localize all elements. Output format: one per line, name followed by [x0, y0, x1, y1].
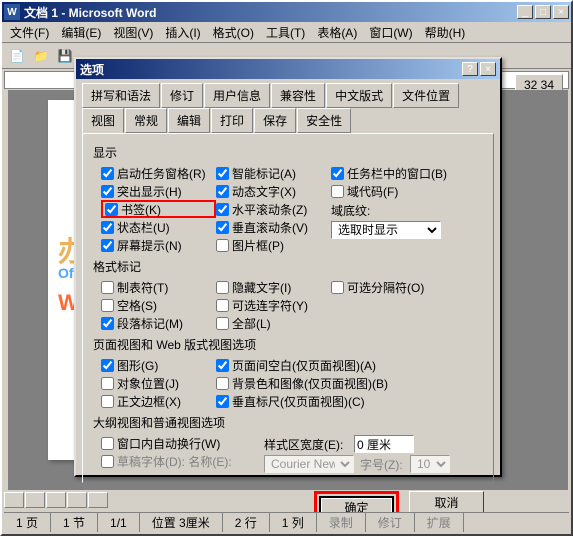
- status-line: 2 行: [223, 513, 270, 532]
- chk-optbreak[interactable]: [331, 281, 344, 294]
- lbl-shade: 域底纹:: [331, 202, 421, 219]
- view-reading-icon[interactable]: [88, 492, 108, 508]
- select-shade[interactable]: 选取时显示: [331, 221, 441, 239]
- chk-fieldcode[interactable]: [331, 185, 344, 198]
- dialog-titlebar: 选项 ? ×: [76, 59, 500, 79]
- view-buttons: [4, 492, 109, 510]
- status-pages: 1/1: [98, 513, 140, 532]
- dialog-title: 选项: [80, 61, 462, 78]
- titlebar: W 文档 1 - Microsoft Word _ □ ×: [2, 2, 571, 22]
- tab-compat[interactable]: 兼容性: [271, 83, 325, 108]
- chk-tooltip[interactable]: [101, 239, 114, 252]
- dialog-tabs: 拼写和语法 修订 用户信息 兼容性 中文版式 文件位置 视图 常规 编辑 打印 …: [76, 79, 500, 133]
- input-stylew[interactable]: [354, 435, 414, 453]
- chk-startup[interactable]: [101, 167, 114, 180]
- tab-save[interactable]: 保存: [254, 108, 296, 133]
- tab-asian[interactable]: 中文版式: [326, 83, 392, 108]
- menu-edit[interactable]: 编辑(E): [55, 22, 107, 43]
- chk-statusbar[interactable]: [101, 221, 114, 234]
- menu-help[interactable]: 帮助(H): [419, 22, 472, 43]
- dialog-panel: 显示 启动任务窗格(R) 突出显示(H) 书签(K) 状态栏(U) 屏幕提示(N…: [82, 133, 494, 483]
- minimize-button[interactable]: _: [517, 5, 533, 19]
- menu-file[interactable]: 文件(F): [4, 22, 55, 43]
- chk-all[interactable]: [216, 317, 229, 330]
- tab-userinfo[interactable]: 用户信息: [204, 83, 270, 108]
- chk-space[interactable]: [101, 299, 114, 312]
- lbl-stylew: 样式区宽度(E):: [264, 436, 354, 453]
- chk-draw[interactable]: [101, 359, 114, 372]
- section-page: 页面视图和 Web 版式视图选项: [93, 336, 483, 353]
- select-size: 10: [410, 455, 450, 473]
- view-normal-icon[interactable]: [4, 492, 24, 508]
- status-ext: 扩展: [415, 513, 464, 532]
- window-title: 文档 1 - Microsoft Word: [24, 4, 517, 21]
- chk-draft[interactable]: [101, 455, 114, 468]
- new-icon[interactable]: 📄: [6, 45, 28, 67]
- menu-window[interactable]: 窗口(W): [363, 22, 418, 43]
- statusbar: 1 页 1 节 1/1 位置 3厘米 2 行 1 列 录制 修订 扩展: [4, 512, 569, 532]
- chk-vscroll[interactable]: [216, 221, 229, 234]
- chk-anchor[interactable]: [101, 377, 114, 390]
- section-display: 显示: [93, 144, 483, 161]
- tab-spelling[interactable]: 拼写和语法: [82, 83, 160, 108]
- tab-general[interactable]: 常规: [125, 108, 167, 133]
- section-outline: 大纲视图和普通视图选项: [93, 414, 483, 431]
- status-page: 1 页: [4, 513, 51, 532]
- select-font: Courier New: [264, 455, 354, 473]
- tab-filelocation[interactable]: 文件位置: [393, 83, 459, 108]
- view-outline-icon[interactable]: [67, 492, 87, 508]
- maximize-button[interactable]: □: [535, 5, 551, 19]
- chk-bound[interactable]: [101, 395, 114, 408]
- open-icon[interactable]: 📁: [30, 45, 52, 67]
- tab-edit[interactable]: 编辑: [168, 108, 210, 133]
- status-rec: 录制: [317, 513, 366, 532]
- close-button[interactable]: ×: [553, 5, 569, 19]
- status-section: 1 节: [51, 513, 98, 532]
- menu-insert[interactable]: 插入(I): [159, 22, 206, 43]
- chk-bgcolor[interactable]: [216, 377, 229, 390]
- status-pos: 位置 3厘米: [140, 513, 223, 532]
- chk-picph[interactable]: [216, 239, 229, 252]
- view-web-icon[interactable]: [25, 492, 45, 508]
- chk-hidden[interactable]: [216, 281, 229, 294]
- chk-white[interactable]: [216, 359, 229, 372]
- lbl-size: 字号(Z):: [360, 456, 410, 473]
- menu-format[interactable]: 格式(O): [207, 22, 260, 43]
- word-window: W 文档 1 - Microsoft Word _ □ × 文件(F) 编辑(E…: [0, 0, 573, 536]
- menu-tools[interactable]: 工具(T): [260, 22, 311, 43]
- chk-tab[interactable]: [101, 281, 114, 294]
- tab-print[interactable]: 打印: [211, 108, 253, 133]
- chk-bookmark[interactable]: [105, 203, 118, 216]
- section-fmt: 格式标记: [93, 258, 483, 275]
- chk-hscroll[interactable]: [216, 203, 229, 216]
- chk-wrap[interactable]: [101, 437, 114, 450]
- highlight-bookmark: 书签(K): [101, 200, 216, 218]
- status-col: 1 列: [270, 513, 317, 532]
- chk-para[interactable]: [101, 317, 114, 330]
- tab-revisions[interactable]: 修订: [161, 83, 203, 108]
- dialog-close-button[interactable]: ×: [480, 62, 496, 76]
- chk-anim[interactable]: [216, 185, 229, 198]
- save-icon[interactable]: 💾: [54, 45, 76, 67]
- view-print-icon[interactable]: [46, 492, 66, 508]
- chk-taskwin[interactable]: [331, 167, 344, 180]
- chk-smart[interactable]: [216, 167, 229, 180]
- dialog-help-button[interactable]: ?: [462, 62, 478, 76]
- cancel-button[interactable]: 取消: [409, 491, 484, 514]
- word-icon: W: [4, 4, 20, 20]
- tab-view[interactable]: 视图: [82, 108, 124, 133]
- chk-highlight[interactable]: [101, 185, 114, 198]
- menu-table[interactable]: 表格(A): [311, 22, 363, 43]
- chk-hyphen[interactable]: [216, 299, 229, 312]
- menu-view[interactable]: 视图(V): [107, 22, 159, 43]
- menubar: 文件(F) 编辑(E) 视图(V) 插入(I) 格式(O) 工具(T) 表格(A…: [2, 22, 571, 43]
- chk-vruler[interactable]: [216, 395, 229, 408]
- status-rev: 修订: [366, 513, 415, 532]
- options-dialog: 选项 ? × 拼写和语法 修订 用户信息 兼容性 中文版式 文件位置 视图 常规…: [74, 57, 502, 477]
- tab-security[interactable]: 安全性: [297, 108, 351, 133]
